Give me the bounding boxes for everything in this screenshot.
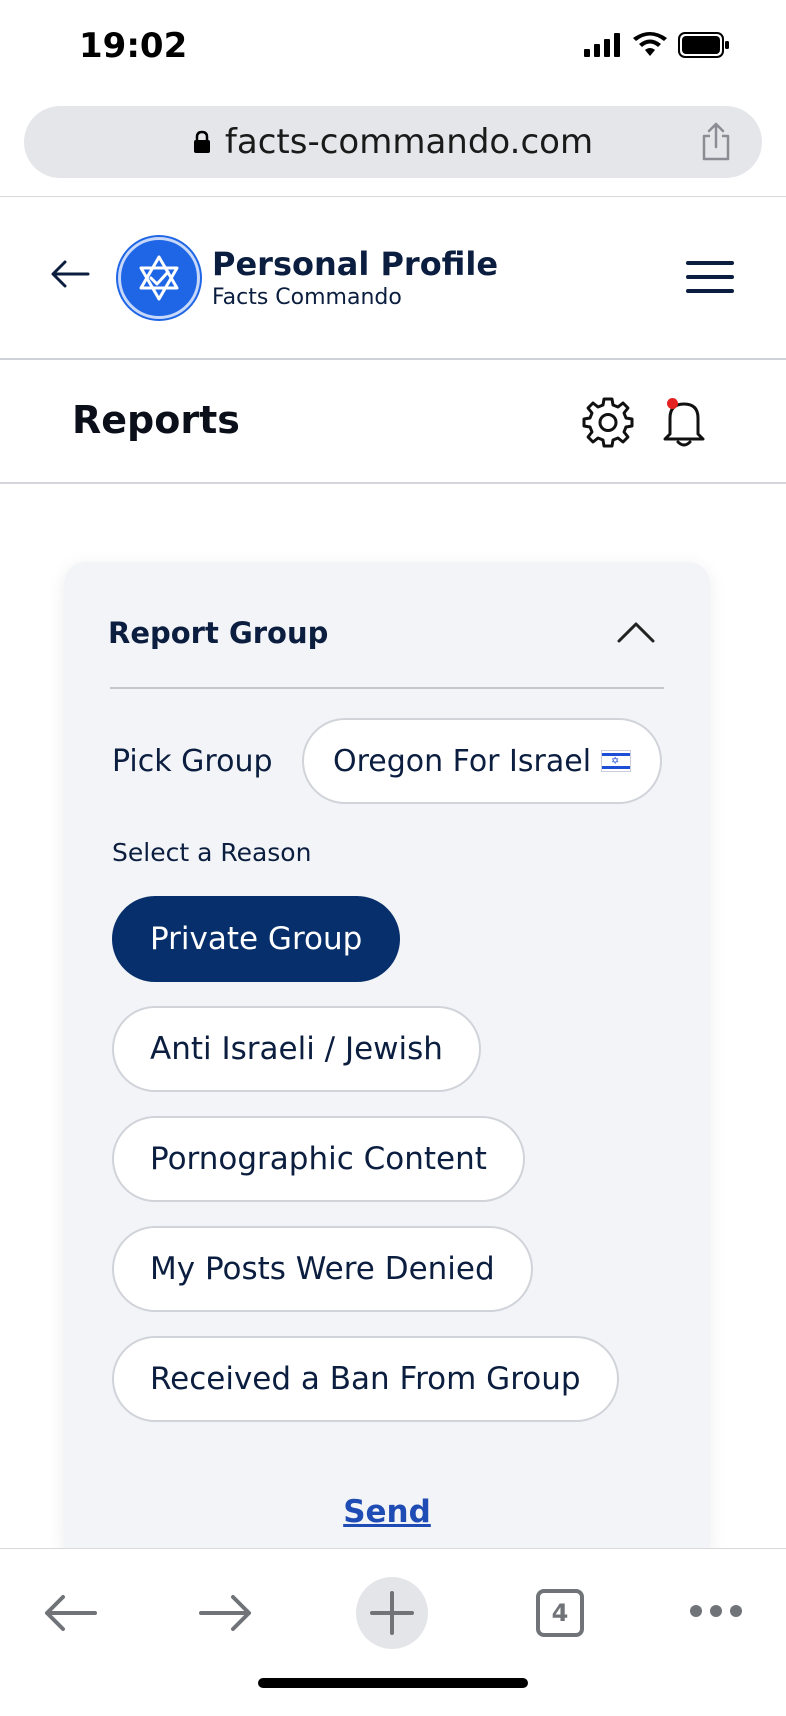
more-dots-icon[interactable] — [688, 1603, 744, 1619]
star-of-david-logo-icon — [118, 237, 200, 319]
signal-icon — [584, 33, 620, 57]
back-arrow-icon[interactable] — [50, 259, 90, 289]
reason-label: Pornographic Content — [150, 1141, 487, 1177]
card-title: Report Group — [108, 616, 329, 650]
reason-ban-from-group[interactable]: Received a Ban From Group — [112, 1336, 619, 1422]
brand-title: Personal Profile — [212, 245, 499, 283]
reports-header: Reports — [0, 360, 786, 482]
reason-anti-israeli-jewish[interactable]: Anti Israeli / Jewish — [112, 1006, 481, 1092]
divider — [0, 482, 786, 484]
reason-private-group[interactable]: Private Group — [112, 896, 401, 982]
new-tab-button[interactable] — [356, 1577, 428, 1649]
url-text: facts-commando.com — [224, 122, 594, 162]
reason-label: Received a Ban From Group — [150, 1361, 581, 1397]
wifi-icon — [633, 32, 667, 56]
reason-pornographic-content[interactable]: Pornographic Content — [112, 1116, 525, 1202]
selected-group-text: Oregon For Israel — [332, 743, 592, 779]
group-select[interactable]: Oregon For Israel ✡ — [302, 718, 662, 804]
card-divider — [110, 687, 664, 689]
home-indicator — [258, 1678, 528, 1688]
select-reason-label: Select a Reason — [112, 838, 312, 867]
browser-forward-icon[interactable] — [198, 1593, 254, 1633]
status-icons — [584, 32, 730, 58]
brand-subtitle: Facts Commando — [212, 285, 402, 310]
reason-label: My Posts Were Denied — [150, 1251, 495, 1287]
report-group-card: Report Group Pick Group Oregon For Israe… — [64, 562, 710, 1562]
send-button[interactable]: Send — [64, 1494, 710, 1530]
tab-count: 4 — [551, 1599, 569, 1627]
share-icon[interactable] — [700, 122, 732, 162]
status-time: 19:02 — [79, 26, 188, 66]
israel-flag-icon: ✡ — [601, 750, 632, 772]
browser-back-icon[interactable] — [42, 1593, 98, 1633]
address-bar[interactable]: facts-commando.com — [24, 106, 762, 178]
pick-group-label: Pick Group — [112, 744, 273, 779]
status-bar: 19:02 — [0, 0, 786, 95]
notification-dot — [667, 398, 678, 409]
app-header: Personal Profile Facts Commando — [0, 197, 786, 359]
browser-toolbar: 4 — [0, 1548, 786, 1716]
reason-posts-denied[interactable]: My Posts Were Denied — [112, 1226, 533, 1312]
new-tab-plus-icon — [370, 1591, 414, 1635]
gear-icon[interactable] — [582, 396, 634, 448]
tabs-count-icon[interactable]: 4 — [536, 1589, 584, 1637]
battery-icon — [678, 32, 729, 58]
page-title: Reports — [72, 398, 240, 442]
lock-icon — [193, 130, 210, 153]
chevron-up-icon[interactable] — [616, 620, 656, 644]
hamburger-menu-icon[interactable] — [686, 261, 734, 293]
reason-label: Private Group — [150, 921, 363, 957]
reason-label: Anti Israeli / Jewish — [150, 1031, 443, 1067]
